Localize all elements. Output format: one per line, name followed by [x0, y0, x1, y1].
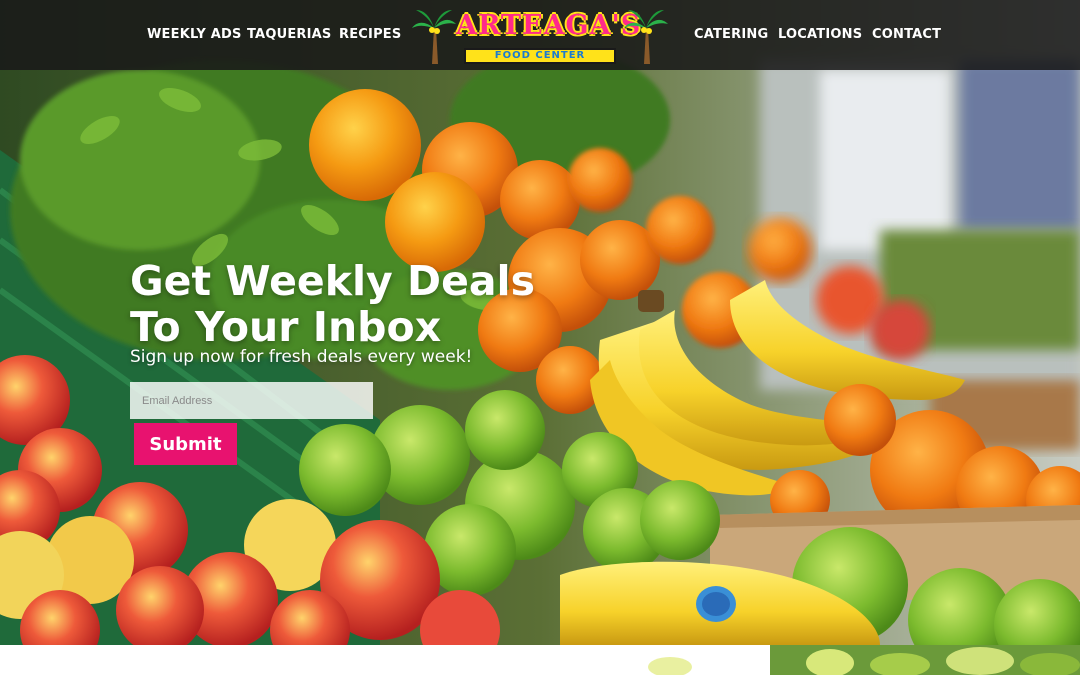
hero-subheadline: Sign up now for fresh deals every week! [130, 347, 473, 367]
top-navigation-bar: WEEKLY ADS TAQUERIAS RECIPES ARTEAGA'S F… [0, 0, 1080, 70]
nav-link-locations[interactable]: LOCATIONS [778, 27, 862, 42]
site-logo[interactable]: ARTEAGA'S FOOD CENTER [410, 4, 670, 68]
nav-link-recipes[interactable]: RECIPES [339, 27, 401, 42]
hero-headline-line2: To Your Inbox [130, 303, 442, 351]
palm-tree-icon [412, 10, 456, 64]
email-input[interactable] [130, 382, 373, 419]
logo-tagline: FOOD CENTER [464, 48, 616, 64]
hero-section: Get Weekly Deals To Your Inbox Sign up n… [0, 0, 1080, 645]
nav-link-taquerias[interactable]: TAQUERIAS [247, 27, 331, 42]
hero-headline: Get Weekly Deals To Your Inbox [130, 258, 590, 350]
nav-link-catering[interactable]: CATERING [694, 27, 768, 42]
next-section-preview [0, 645, 1080, 675]
palm-tree-icon [624, 10, 668, 64]
nav-link-weekly-ads[interactable]: WEEKLY ADS [147, 27, 242, 42]
logo-wordmark: ARTEAGA'S [456, 10, 642, 41]
submit-button[interactable]: Submit [134, 423, 237, 465]
hero-headline-line1: Get Weekly Deals [130, 257, 535, 305]
nav-link-contact[interactable]: CONTACT [872, 27, 941, 42]
next-section-image-edge [640, 645, 1080, 675]
